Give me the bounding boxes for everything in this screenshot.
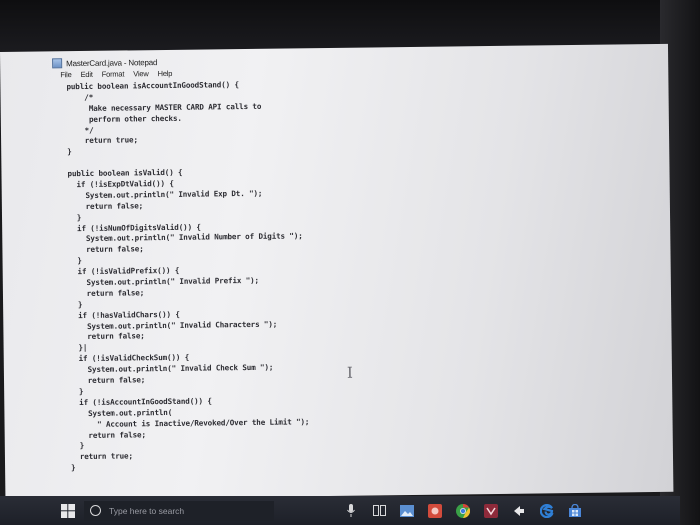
app-icon-red[interactable]: [428, 503, 442, 518]
app-icon-maroon[interactable]: [484, 503, 498, 518]
screen: MasterCard.java - Notepad File Edit Form…: [0, 43, 674, 500]
notepad-icon: [52, 58, 63, 69]
text-editor[interactable]: public boolean isAccountInGoodStand() { …: [52, 75, 673, 499]
cortana-circle-icon: [90, 505, 101, 516]
menu-file[interactable]: File: [60, 70, 71, 82]
menu-edit[interactable]: Edit: [81, 70, 93, 82]
chrome-icon[interactable]: [456, 503, 470, 518]
taskbar: Type here to search: [0, 496, 680, 525]
menu-help[interactable]: Help: [158, 69, 173, 81]
store-icon[interactable]: [568, 503, 582, 518]
window-title: MasterCard.java - Notepad: [66, 57, 158, 68]
task-view-icon[interactable]: [372, 504, 386, 518]
menu-format[interactable]: Format: [102, 69, 125, 81]
taskbar-apps: [344, 503, 582, 518]
app-icon-arrow[interactable]: [512, 504, 526, 518]
microphone-icon[interactable]: [344, 504, 358, 518]
search-placeholder: Type here to search: [109, 505, 185, 516]
notepad-window: MasterCard.java - Notepad File Edit Form…: [52, 44, 673, 499]
start-button[interactable]: [60, 503, 76, 519]
i-beam-cursor-icon: I: [346, 363, 353, 382]
title-bar[interactable]: MasterCard.java - Notepad: [52, 55, 157, 70]
menu-view[interactable]: View: [133, 69, 148, 81]
windows-logo-icon: [61, 503, 75, 518]
search-box[interactable]: Type here to search: [84, 500, 274, 521]
edge-icon[interactable]: [540, 503, 554, 518]
photos-app-icon[interactable]: [400, 504, 414, 518]
